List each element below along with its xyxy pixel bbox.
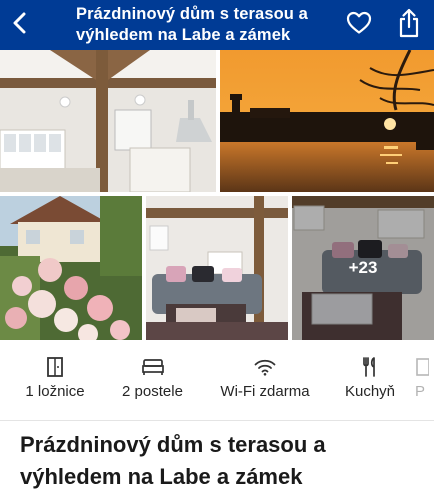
favorite-button[interactable]: [334, 0, 384, 50]
amenity-partial: P: [405, 345, 434, 400]
partial-icon: [415, 357, 429, 377]
divider: [0, 420, 434, 421]
amenities-row: 1 ložnice 2 postele Wi-Fi zdarma Kuchyň …: [0, 345, 434, 417]
photo-living-room[interactable]: [146, 196, 288, 340]
more-photos-count: +23: [292, 196, 434, 340]
amenity-label: Kuchyň: [344, 383, 396, 400]
wifi-icon: [254, 357, 276, 377]
photo-river-sunset[interactable]: [220, 50, 434, 192]
back-button[interactable]: [2, 0, 38, 50]
door-icon: [47, 357, 63, 377]
photo-gallery: +23: [0, 50, 434, 340]
fork-knife-icon: [362, 357, 378, 377]
amenity-label: Wi-Fi zdarma: [220, 383, 310, 400]
amenity-wifi: Wi-Fi zdarma: [195, 345, 335, 400]
amenity-label: P: [415, 383, 426, 400]
amenity-bedroom: 1 ložnice: [0, 345, 110, 400]
heart-icon: [346, 11, 372, 40]
amenity-beds: 2 postele: [110, 345, 195, 400]
property-title: Prázdninový dům s terasou a výhledem na …: [20, 432, 326, 489]
bed-icon: [141, 357, 164, 377]
photo-house-garden[interactable]: [0, 196, 142, 340]
amenity-label: 2 postele: [122, 383, 183, 400]
amenity-label: 1 ložnice: [25, 383, 85, 400]
share-button[interactable]: [384, 0, 434, 50]
amenity-kitchen: Kuchyň: [335, 345, 405, 400]
top-bar: Prázdninový dům s terasou a výhledem na …: [0, 0, 434, 50]
share-icon: [397, 8, 421, 43]
header-actions: [334, 0, 434, 50]
photo-more[interactable]: +23: [292, 196, 434, 340]
chevron-left-icon: [12, 12, 28, 39]
header-title: Prázdninový dům s terasou a výhledem na …: [76, 5, 308, 44]
photo-interior-kitchen[interactable]: [0, 50, 216, 192]
